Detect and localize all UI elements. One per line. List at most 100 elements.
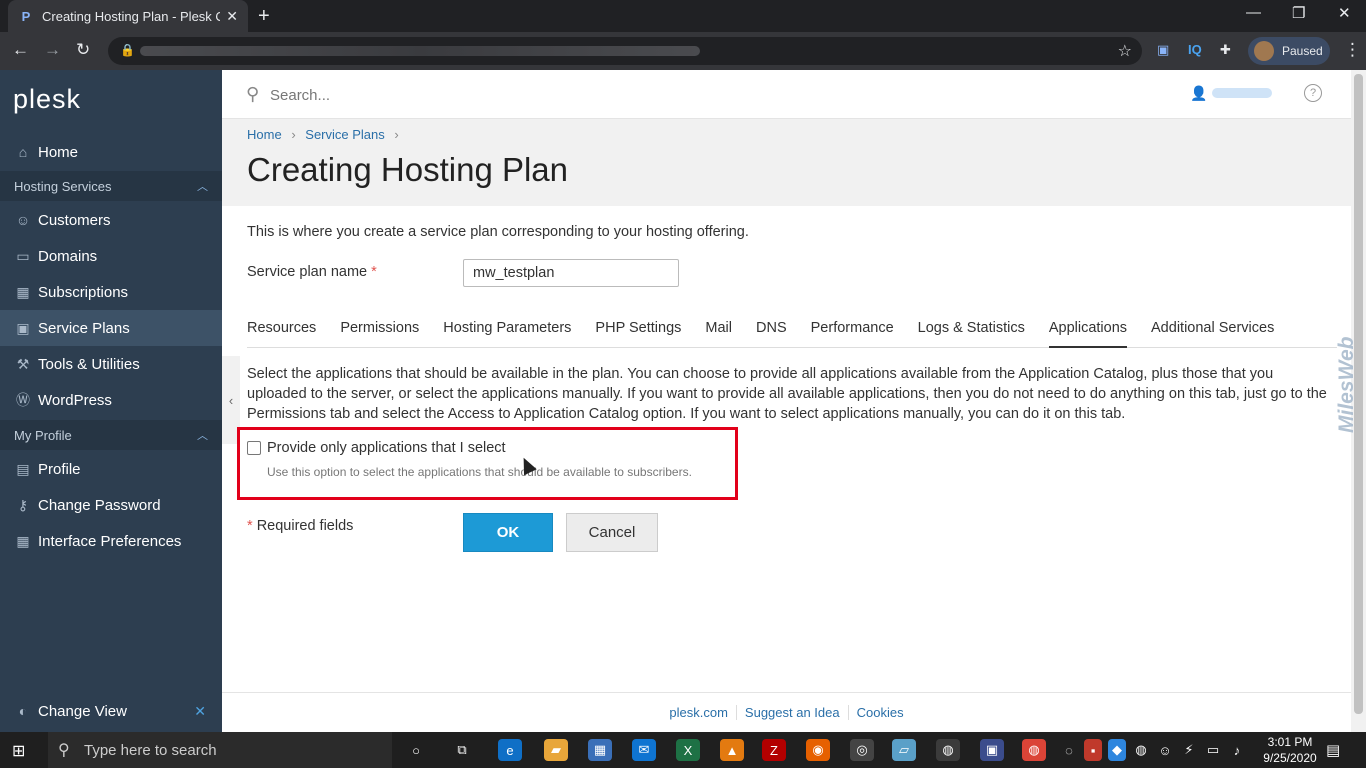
sidebar-item-label: Profile xyxy=(38,460,81,478)
required-asterisk: * xyxy=(247,518,253,534)
tab-dns[interactable]: DNS xyxy=(756,320,787,348)
browser-menu-icon[interactable]: ⋮ xyxy=(1344,40,1361,60)
breadcrumb-home[interactable]: Home xyxy=(247,127,282,142)
blurred-user-name[interactable] xyxy=(1212,88,1272,98)
reload-icon[interactable]: ↻ xyxy=(76,40,90,60)
footer-link-suggest-idea[interactable]: Suggest an Idea xyxy=(735,705,848,720)
sidebar-item-interface-preferences[interactable]: ▦ Interface Preferences xyxy=(0,523,222,559)
ok-button[interactable]: OK xyxy=(463,513,553,552)
chrome-icon[interactable]: ◍ xyxy=(1022,739,1046,761)
close-window-icon[interactable]: ✕ xyxy=(1338,4,1351,22)
sidebar-group-my-profile[interactable]: My Profile ︿ xyxy=(0,420,222,450)
sidebar-item-tools-utilities[interactable]: ⚒ Tools & Utilities xyxy=(0,346,222,382)
tray-chat-icon[interactable]: ◌ xyxy=(1060,739,1078,761)
tab-permissions[interactable]: Permissions xyxy=(340,320,419,348)
sidebar-item-domains[interactable]: ▭ Domains xyxy=(0,238,222,274)
sidebar-item-change-password[interactable]: ⚷ Change Password xyxy=(0,487,222,523)
tab-php-settings[interactable]: PHP Settings xyxy=(595,320,681,348)
tab-applications[interactable]: Applications xyxy=(1048,320,1128,348)
breadcrumb: Home › Service Plans › xyxy=(247,127,405,142)
minimize-icon[interactable]: — xyxy=(1246,4,1261,21)
checkbox-label[interactable]: Provide only applications that I select xyxy=(267,440,506,456)
notifications-icon[interactable]: ▤ xyxy=(1326,741,1340,759)
bookmark-star-icon[interactable]: ☆ xyxy=(1118,41,1132,61)
back-icon[interactable]: ← xyxy=(12,40,29,60)
app-icon[interactable]: ▣ xyxy=(980,739,1004,761)
edge-icon[interactable]: e xyxy=(498,739,522,761)
extensions-puzzle-icon[interactable]: ✚ xyxy=(1220,42,1231,58)
excel-icon[interactable]: X xyxy=(676,739,700,761)
tray-user-icon[interactable]: ☺ xyxy=(1156,739,1174,761)
sidebar-item-subscriptions[interactable]: ▦ Subscriptions xyxy=(0,274,222,310)
blurred-url xyxy=(140,46,700,56)
file-explorer-icon[interactable]: ▰ xyxy=(544,739,568,761)
windows-start-icon[interactable]: ⊞ xyxy=(12,741,25,761)
sidebar-item-wordpress[interactable]: Ⓦ WordPress xyxy=(0,382,222,418)
service-plan-name-input[interactable] xyxy=(463,259,679,287)
help-icon[interactable]: ? xyxy=(1304,84,1322,102)
address-bar[interactable]: 🔒 ☆ xyxy=(108,37,1142,65)
store-icon[interactable]: ▦ xyxy=(588,739,612,761)
extension-iq-icon[interactable]: IQ xyxy=(1188,42,1202,57)
sidebar-item-label: Domains xyxy=(38,247,98,265)
tab-additional-services[interactable]: Additional Services xyxy=(1151,320,1274,348)
change-view-label: Change View xyxy=(38,702,127,720)
tab-logs-statistics[interactable]: Logs & Statistics xyxy=(918,320,1025,348)
search-input[interactable] xyxy=(270,82,970,108)
plesk-logo[interactable]: plesk xyxy=(13,84,81,115)
task-view-icon[interactable]: ⧉ xyxy=(450,739,474,761)
browser-tab[interactable]: P Creating Hosting Plan - Plesk Ob ✕ xyxy=(8,0,248,32)
chevron-up-icon: ︿ xyxy=(197,430,208,442)
maximize-icon[interactable]: ❐ xyxy=(1292,4,1305,22)
network-icon[interactable]: ▭ xyxy=(1204,739,1222,761)
tab-hosting-parameters[interactable]: Hosting Parameters xyxy=(443,320,571,348)
sidebar-item-label: Home xyxy=(38,143,79,161)
tray-usb-icon[interactable]: ⚡ xyxy=(1180,739,1198,761)
breadcrumb-service-plans[interactable]: Service Plans xyxy=(305,127,384,142)
tray-app-icon[interactable]: ◆ xyxy=(1108,739,1126,761)
change-view-button[interactable]: ◐ Change View ✕ xyxy=(0,696,222,726)
home-icon: ⌂ xyxy=(18,144,28,160)
browser-tab-title: Creating Hosting Plan - Plesk Ob xyxy=(42,8,221,24)
taskbar-search[interactable]: ⚲ Type here to search xyxy=(48,732,392,768)
user-icon[interactable]: 👤 xyxy=(1190,85,1207,102)
cortana-icon[interactable]: ○ xyxy=(404,739,428,761)
tray-app-icon[interactable]: ▪ xyxy=(1084,739,1102,761)
avatar xyxy=(1254,41,1274,61)
sidebar-item-home[interactable]: ⌂ Home xyxy=(0,134,222,170)
close-icon[interactable]: ✕ xyxy=(194,703,206,720)
footer-link-plesk[interactable]: plesk.com xyxy=(661,705,736,720)
provide-applications-checkbox[interactable] xyxy=(247,441,261,455)
wordpress-icon: Ⓦ xyxy=(16,392,30,408)
tools-icon: ⚒ xyxy=(16,355,30,372)
sidebar-item-label: Interface Preferences xyxy=(38,532,182,550)
chrome-active-icon[interactable]: ◍ xyxy=(936,739,960,761)
media-icon[interactable]: ◎ xyxy=(850,739,874,761)
forward-icon[interactable]: → xyxy=(44,40,61,60)
sidebar-item-customers[interactable]: ☺ Customers xyxy=(0,202,222,238)
extension-screen-icon[interactable]: ▣ xyxy=(1157,42,1169,58)
footer-link-cookies[interactable]: Cookies xyxy=(847,705,912,720)
sidebar-item-profile[interactable]: ▤ Profile xyxy=(0,451,222,487)
sidebar-item-label: Subscriptions xyxy=(38,283,129,301)
taskbar-clock[interactable]: 3:01 PM 9/25/2020 xyxy=(1258,734,1322,766)
tab-performance[interactable]: Performance xyxy=(811,320,894,348)
cancel-button[interactable]: Cancel xyxy=(566,513,658,552)
firefox-icon[interactable]: ◉ xyxy=(806,739,830,761)
filezilla-icon[interactable]: Z xyxy=(762,739,786,761)
mail-icon[interactable]: ✉ xyxy=(632,739,656,761)
browser-tab-strip: P Creating Hosting Plan - Plesk Ob ✕ + —… xyxy=(0,0,1366,32)
sidebar-group-hosting-services[interactable]: Hosting Services ︿ xyxy=(0,171,222,201)
profile-button[interactable]: Paused xyxy=(1248,37,1330,65)
close-tab-icon[interactable]: ✕ xyxy=(226,8,238,25)
new-tab-icon[interactable]: + xyxy=(258,5,270,28)
vlc-icon[interactable]: ▲ xyxy=(720,739,744,761)
tab-resources[interactable]: Resources xyxy=(247,320,316,348)
notes-icon[interactable]: ▱ xyxy=(892,739,916,761)
volume-icon[interactable]: ♪ xyxy=(1228,739,1246,761)
sidebar-item-service-plans[interactable]: ▣ Service Plans xyxy=(0,310,222,346)
provide-applications-option[interactable]: Provide only applications that I select xyxy=(247,440,506,456)
tray-chrome-icon[interactable]: ◍ xyxy=(1132,739,1150,761)
lock-icon: 🔒 xyxy=(120,43,135,57)
tab-mail[interactable]: Mail xyxy=(705,320,732,348)
